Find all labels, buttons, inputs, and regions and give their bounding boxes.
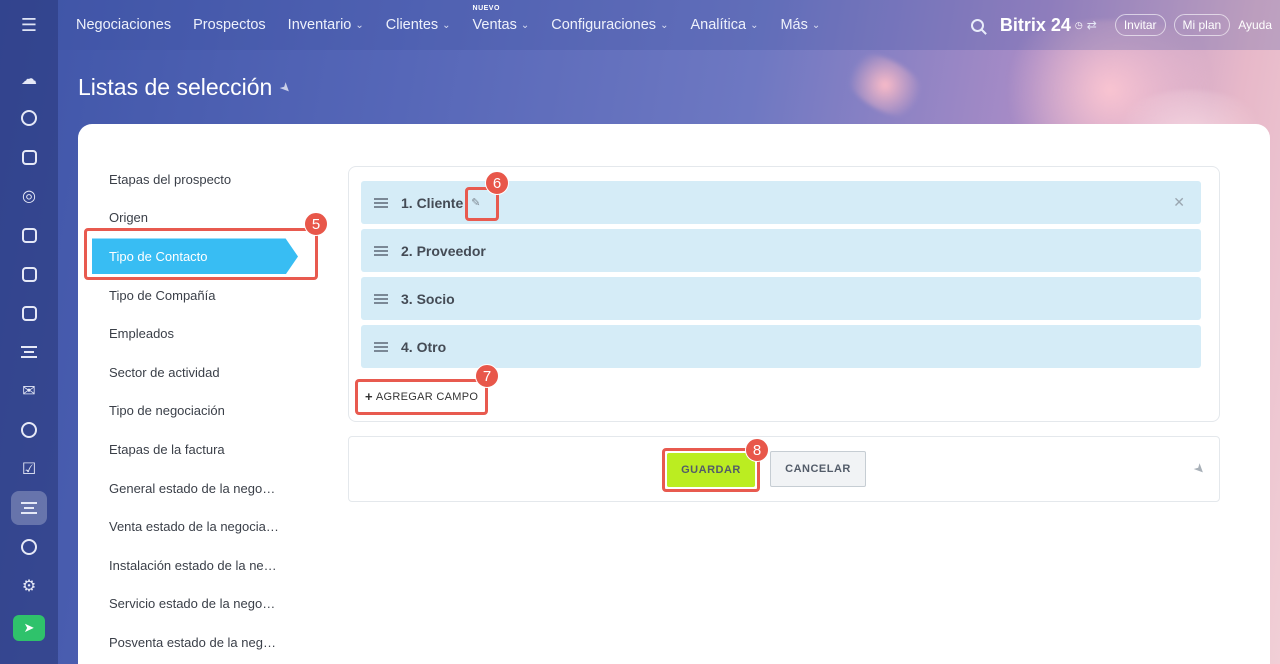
tasks-icon[interactable]: ☑ [11,452,47,486]
pin-icon[interactable]: ➤ [276,78,295,97]
presentation-icon[interactable] [11,296,47,330]
swap-icon[interactable]: ⇄ [1087,18,1097,32]
list-item-label[interactable]: 4. Otro [401,339,446,355]
mail-icon[interactable]: ✉ [11,374,47,408]
clock-icon: ◷ [1074,19,1083,30]
chat-icon[interactable] [11,101,47,135]
my-plan-button[interactable]: Mi plan [1173,14,1231,36]
sidebar-item-etapas-factura[interactable]: Etapas de la factura [78,430,318,469]
robot-icon[interactable] [11,530,47,564]
cloud-icon[interactable]: ☁ [11,62,47,96]
nav-negociaciones[interactable]: Negociaciones [76,17,171,33]
nav-analitica[interactable]: Analítica ⌄ [690,17,758,33]
chevron-down-icon: ⌄ [660,19,669,31]
action-bar: GUARDAR CANCELAR ➤ 8 [348,436,1220,502]
step-badge-5: 5 [304,212,328,236]
new-badge: NUEVO [472,5,500,12]
background-petal [833,40,937,130]
nav-ventas[interactable]: NUEVO Ventas ⌄ [473,5,530,33]
drag-handle-icon[interactable] [374,341,388,352]
step-badge-6: 6 [485,171,509,195]
brand-logo[interactable]: Bitrix 24 [1000,15,1071,36]
calendar-icon[interactable] [11,218,47,252]
target-icon[interactable]: ◎ [11,179,47,213]
sidebar-item-tipo-compania[interactable]: Tipo de Compañía [78,276,318,315]
list-item[interactable]: 4. Otro [361,325,1201,368]
nav-inventario[interactable]: Inventario ⌄ [288,17,364,33]
sidebar-item-etapas-prospecto[interactable]: Etapas del prospecto [78,160,318,199]
topbar-right: Bitrix 24 ◷ ⇄ Invitar Mi plan Ayuda [970,14,1280,36]
chevron-down-icon: ⌄ [750,19,759,31]
pin-icon[interactable]: ➤ [1190,459,1209,478]
drag-handle-icon[interactable] [374,293,388,304]
list-item[interactable]: 2. Proveedor [361,229,1201,272]
hamburger-icon[interactable]: ☰ [0,0,58,50]
chevron-down-icon: ⌄ [355,19,364,31]
list-item[interactable]: 3. Socio [361,277,1201,320]
cancel-button[interactable]: CANCELAR [770,451,866,487]
picklist-values-panel: 1. Cliente ✎ ✕ 2. Proveedor 3. Socio 4. … [348,166,1220,422]
sidebar-item-instalacion-estado[interactable]: Instalación estado de la ne… [78,546,318,585]
sidebar-item-empleados[interactable]: Empleados [78,314,318,353]
highlight-box-step-7 [355,379,488,415]
nav-clientes[interactable]: Clientes ⌄ [386,17,451,33]
document-icon[interactable] [11,257,47,291]
step-badge-7: 7 [475,364,499,388]
sidebar-item-general-estado[interactable]: General estado de la nego… [78,469,318,508]
page-title-text: Listas de selección [78,74,273,100]
drag-handle-icon[interactable] [374,197,388,208]
crm-funnel-icon[interactable] [11,491,47,525]
nav-prospectos[interactable]: Prospectos [193,17,266,33]
list-item-label[interactable]: 1. Cliente [401,195,463,211]
sidebar-item-posventa-estado[interactable]: Posventa estado de la neg… [78,623,318,662]
rocket-icon[interactable]: ➤ [13,615,45,641]
invite-button[interactable]: Invitar [1114,14,1166,36]
highlight-box-step-5 [84,228,318,280]
feed-icon[interactable] [11,140,47,174]
chevron-down-icon: ⌄ [811,19,821,31]
sidebar-item-servicio-estado[interactable]: Servicio estado de la nego… [78,585,318,624]
page-title: Listas de selección ➤ [78,74,295,101]
chevron-down-icon: ⌄ [520,19,530,31]
contacts-icon[interactable] [11,413,47,447]
top-navigation: Negociaciones Prospectos Inventario ⌄ Cli… [58,0,1280,50]
inbox-icon[interactable] [11,335,47,369]
settings-icon[interactable]: ⚙ [11,569,47,603]
step-badge-8: 8 [745,438,769,462]
list-item-label[interactable]: 2. Proveedor [401,243,486,259]
sidebar-item-venta-estado[interactable]: Venta estado de la negocia… [78,507,318,546]
left-rail: ☰ ☁ ◎ ✉ ☑ ⚙ ➤ [0,0,58,664]
list-item-label[interactable]: 3. Socio [401,291,455,307]
search-icon[interactable] [970,18,984,32]
close-icon[interactable]: ✕ [1173,194,1185,211]
nav-mas[interactable]: Más ⌄ [780,17,820,33]
drag-handle-icon[interactable] [374,245,388,256]
help-link[interactable]: Ayuda [1238,18,1272,32]
nav-configuraciones[interactable]: Configuraciones ⌄ [551,17,668,33]
sidebar-item-sector-actividad[interactable]: Sector de actividad [78,353,318,392]
chevron-down-icon: ⌄ [442,19,451,31]
sidebar-item-tipo-negociacion[interactable]: Tipo de negociación [78,392,318,431]
main-card: Etapas del prospecto Origen Tipo de Cont… [78,124,1270,664]
